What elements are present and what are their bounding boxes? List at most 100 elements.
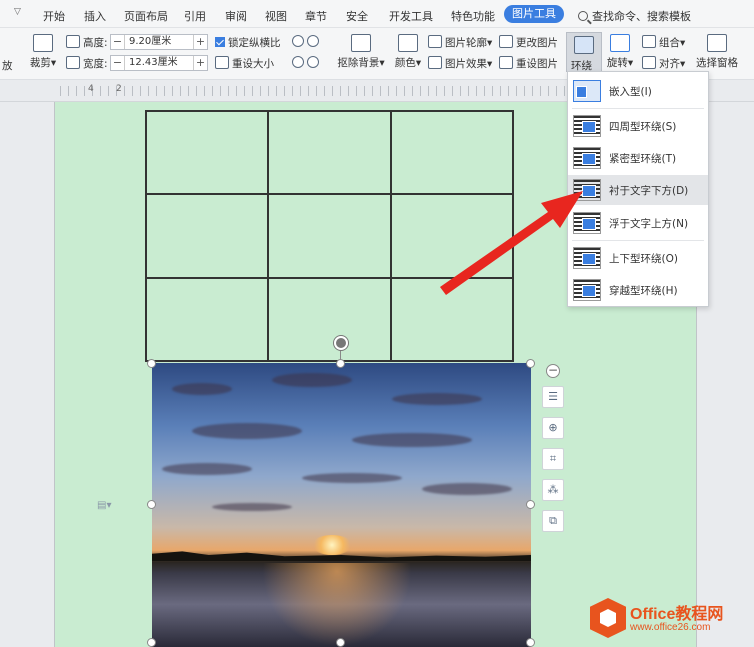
- align-button[interactable]: 对齐▾: [642, 56, 685, 71]
- reset-size-button[interactable]: 重设大小: [215, 56, 274, 71]
- truncated-button-label[interactable]: 放: [2, 58, 13, 73]
- table-cell[interactable]: [146, 194, 269, 278]
- brightness-buttons[interactable]: [292, 35, 322, 48]
- tab-review[interactable]: 审阅: [225, 8, 247, 24]
- command-search[interactable]: 查找命令、搜索模板: [578, 8, 691, 24]
- selection-pane-button[interactable]: 选择窗格: [696, 34, 738, 70]
- tab-developer[interactable]: 开发工具: [389, 8, 433, 24]
- change-picture-button[interactable]: 更改图片: [499, 35, 558, 50]
- width-value: 12.43厘米: [129, 57, 178, 68]
- wrap-button[interactable]: 环绕: [566, 32, 602, 72]
- zoom-icon[interactable]: ⊕: [542, 417, 564, 439]
- tab-page-layout[interactable]: 页面布局: [124, 8, 168, 24]
- sunset-photo[interactable]: [152, 363, 531, 647]
- menu-item-square[interactable]: 四周型环绕(S): [568, 111, 708, 141]
- table-cell[interactable]: [390, 194, 513, 278]
- lock-ratio-checkbox[interactable]: 锁定纵横比: [215, 35, 281, 50]
- paragraph-layout-icon[interactable]: ▤▾: [97, 500, 111, 511]
- contrast-down-icon: [307, 56, 319, 68]
- height-field[interactable]: − 9.20厘米 +: [110, 34, 208, 50]
- document-table[interactable]: [145, 110, 514, 362]
- height-decrease-button[interactable]: −: [111, 35, 125, 49]
- color-button[interactable]: 颜色▾: [392, 34, 424, 70]
- picture-side-toolbar: − ☰ ⊕ ⌗ ⁂ ⧉: [542, 364, 566, 541]
- change-picture-icon: [499, 35, 513, 48]
- tab-chapter[interactable]: 章节: [305, 8, 327, 24]
- height-value: 9.20厘米: [129, 36, 172, 47]
- resize-handle[interactable]: [336, 359, 345, 368]
- ruler-label: 2: [116, 84, 122, 94]
- brightness-down-icon: [307, 35, 319, 47]
- tab-reference[interactable]: 引用: [184, 8, 206, 24]
- picture-effects-icon: [428, 56, 442, 69]
- group-button[interactable]: 组合▾: [642, 35, 685, 50]
- rotate-button[interactable]: 旋转▾: [605, 34, 635, 70]
- water-reflection: [262, 563, 412, 647]
- tab-insert[interactable]: 插入: [84, 8, 106, 24]
- checkbox-checked-icon: [215, 37, 225, 47]
- wrap-icon[interactable]: ☰: [542, 386, 564, 408]
- brightness-up-icon: [292, 35, 304, 47]
- watermark-brand: Office教程网: [630, 606, 724, 623]
- crop-icon[interactable]: ⌗: [542, 448, 564, 470]
- resize-handle[interactable]: [526, 638, 535, 647]
- table-cell[interactable]: [146, 111, 269, 195]
- rotate-handle-icon[interactable]: [334, 336, 348, 350]
- picture-outline-button[interactable]: 图片轮廓▾: [428, 35, 492, 50]
- width-icon: [66, 56, 80, 69]
- watermark-url: www.office26.com: [630, 622, 711, 633]
- menu-item-in-front-of-text[interactable]: 浮于文字上方(N): [568, 208, 708, 238]
- ruler-label: 4: [88, 84, 94, 94]
- behind-text-icon: [573, 179, 601, 201]
- chevron-down-icon[interactable]: ▽: [14, 7, 21, 17]
- tab-picture-tools[interactable]: 图片工具: [504, 5, 564, 23]
- table-cell[interactable]: [390, 111, 513, 195]
- contrast-buttons[interactable]: [292, 56, 322, 69]
- tab-view[interactable]: 视图: [265, 8, 287, 24]
- resize-handle[interactable]: [147, 359, 156, 368]
- menu-item-through[interactable]: 穿越型环绕(H): [568, 275, 708, 305]
- crop-button[interactable]: 裁剪▾: [28, 34, 58, 70]
- height-increase-button[interactable]: +: [193, 35, 207, 49]
- watermark: Office教程网 www.office26.com: [590, 596, 750, 644]
- convert-icon[interactable]: ⧉: [542, 510, 564, 532]
- resize-handle[interactable]: [336, 638, 345, 647]
- square-wrap-icon: [573, 115, 601, 137]
- stitch-icon[interactable]: ⁂: [542, 479, 564, 501]
- align-icon: [642, 56, 656, 69]
- tab-security[interactable]: 安全: [346, 8, 368, 24]
- resize-handle[interactable]: [147, 638, 156, 647]
- crop-icon: [33, 34, 53, 52]
- table-cell[interactable]: [268, 194, 391, 278]
- minus-icon[interactable]: −: [546, 364, 560, 378]
- reset-picture-button[interactable]: 重设图片: [499, 56, 558, 71]
- height-icon: [66, 35, 80, 48]
- menu-bar: ▽ 开始 插入 页面布局 引用 审阅 视图 章节 安全 开发工具 特色功能 图片…: [0, 0, 754, 28]
- resize-handle[interactable]: [526, 359, 535, 368]
- table-cell[interactable]: [268, 111, 391, 195]
- table-cell[interactable]: [146, 277, 269, 361]
- tab-special[interactable]: 特色功能: [451, 8, 495, 24]
- resize-handle[interactable]: [147, 500, 156, 509]
- resize-handle[interactable]: [526, 500, 535, 509]
- contrast-up-icon: [292, 56, 304, 68]
- search-label: 查找命令、搜索模板: [592, 10, 691, 23]
- table-cell[interactable]: [268, 277, 391, 361]
- search-icon: [578, 11, 588, 21]
- sun: [312, 535, 352, 555]
- in-front-of-text-icon: [573, 212, 601, 234]
- picture-effects-button[interactable]: 图片效果▾: [428, 56, 492, 71]
- width-field[interactable]: − 12.43厘米 +: [110, 55, 208, 71]
- table-cell[interactable]: [390, 277, 513, 361]
- menu-item-behind-text[interactable]: 衬于文字下方(D): [568, 175, 708, 205]
- menu-item-inline[interactable]: 嵌入型(I): [568, 76, 708, 106]
- tab-start[interactable]: 开始: [43, 8, 65, 24]
- width-decrease-button[interactable]: −: [111, 56, 125, 70]
- group-icon: [642, 35, 656, 48]
- remove-background-button[interactable]: 抠除背景▾: [336, 34, 386, 70]
- menu-item-top-bottom[interactable]: 上下型环绕(O): [568, 243, 708, 273]
- menu-item-tight[interactable]: 紧密型环绕(T): [568, 143, 708, 173]
- width-increase-button[interactable]: +: [193, 56, 207, 70]
- reset-picture-icon: [499, 56, 513, 69]
- through-wrap-icon: [573, 279, 601, 301]
